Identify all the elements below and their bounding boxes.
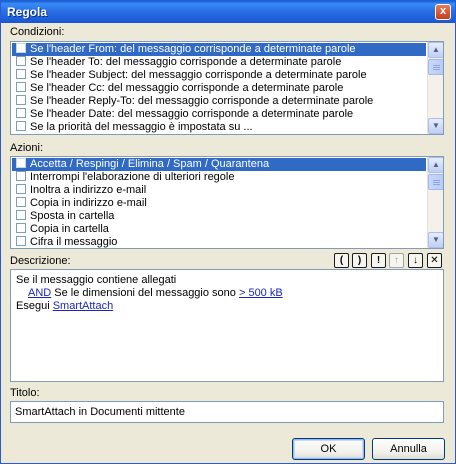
description-label: Descrizione: [10, 255, 71, 267]
conditions-scrollbar[interactable]: ▲ ▼ [427, 42, 443, 134]
list-item-label: Copia in indirizzo e-mail [30, 197, 147, 209]
list-item[interactable]: Copia in indirizzo e-mail [12, 197, 426, 210]
checkbox[interactable] [16, 210, 26, 220]
list-item-label: Se l'header From: del messaggio corrispo… [30, 43, 356, 55]
list-item-label: Se l'header Subject: del messaggio corri… [30, 69, 367, 81]
list-item-label: Se l'header Cc: del messaggio corrispond… [30, 82, 344, 94]
checkbox[interactable] [16, 121, 26, 131]
delete-icon[interactable]: ✕ [427, 253, 442, 268]
list-item-label: Se l'header To: del messaggio corrispond… [30, 56, 342, 68]
close-paren-button[interactable]: ) [352, 253, 367, 268]
list-item[interactable]: Se l'header Date: del messaggio corrispo… [12, 108, 426, 121]
checkbox[interactable] [16, 82, 26, 92]
scroll-thumb[interactable] [428, 59, 443, 75]
actions-rows: Accetta / Respingi / Elimina / Spam / Qu… [12, 158, 426, 248]
cancel-button[interactable]: Annulla [372, 438, 445, 460]
actions-scrollbar[interactable]: ▲ ▼ [427, 157, 443, 248]
window-title: Regola [7, 5, 48, 19]
scroll-down-icon[interactable]: ▼ [428, 232, 443, 248]
checkbox[interactable] [16, 108, 26, 118]
rule-dialog: Regola x Condizioni: Se l'header From: d… [0, 0, 456, 464]
list-item[interactable]: Inoltra a indirizzo e-mail [12, 184, 426, 197]
and-operator-link[interactable]: AND [28, 287, 51, 299]
checkbox[interactable] [16, 95, 26, 105]
conditions-list[interactable]: Se l'header From: del messaggio corrispo… [10, 41, 444, 135]
list-item-label: Se la priorità del messaggio è impostata… [30, 121, 253, 133]
checkbox[interactable] [16, 197, 26, 207]
list-item-label: Se l'header Date: del messaggio corrispo… [30, 108, 354, 120]
close-button[interactable]: x [435, 4, 451, 20]
scroll-up-icon[interactable]: ▲ [428, 42, 443, 58]
open-paren-button[interactable]: ( [334, 253, 349, 268]
description-toolbar: ( ) ! ↑ ↓ ✕ [334, 253, 443, 268]
title-label: Titolo: [10, 387, 40, 399]
title-bar[interactable]: Regola x [1, 1, 455, 23]
list-item-label: Copia in cartella [30, 223, 109, 235]
move-down-icon[interactable]: ↓ [408, 253, 423, 268]
checkbox[interactable] [16, 43, 26, 53]
scroll-up-icon[interactable]: ▲ [428, 157, 443, 173]
list-item[interactable]: Copia in cartella [12, 223, 426, 236]
actions-label: Azioni: [10, 142, 44, 154]
checkbox[interactable] [16, 223, 26, 233]
checkbox[interactable] [16, 184, 26, 194]
list-item[interactable]: Accetta / Respingi / Elimina / Spam / Qu… [12, 158, 426, 171]
checkbox[interactable] [16, 171, 26, 181]
checkbox[interactable] [16, 158, 26, 168]
list-item[interactable]: Se la priorità del messaggio è impostata… [12, 121, 426, 134]
list-item[interactable]: Se l'header From: del messaggio corrispo… [12, 43, 426, 56]
actions-list[interactable]: Accetta / Respingi / Elimina / Spam / Qu… [10, 156, 444, 249]
list-item[interactable]: Se l'header Cc: del messaggio corrispond… [12, 82, 426, 95]
list-item[interactable]: Interrompi l'elaborazione di ulteriori r… [12, 171, 426, 184]
title-input[interactable]: SmartAttach in Documenti mittente [10, 401, 444, 423]
list-item[interactable]: Sposta in cartella [12, 210, 426, 223]
list-item-label: Cifra il messaggio [30, 236, 118, 248]
conditions-label: Condizioni: [10, 26, 65, 38]
scroll-down-icon[interactable]: ▼ [428, 118, 443, 134]
description-line-3: Esegui SmartAttach [16, 300, 113, 312]
checkbox[interactable] [16, 56, 26, 66]
list-item[interactable]: Se l'header To: del messaggio corrispond… [12, 56, 426, 69]
smartattach-link[interactable]: SmartAttach [53, 300, 114, 312]
ok-button[interactable]: OK [292, 438, 365, 460]
list-item-label: Sposta in cartella [30, 210, 115, 222]
not-button[interactable]: ! [371, 253, 386, 268]
description-line-2: AND Se le dimensioni del messaggio sono … [28, 287, 283, 299]
description-box[interactable]: Se il messaggio contiene allegati AND Se… [10, 269, 444, 382]
list-item-label: Inoltra a indirizzo e-mail [30, 184, 147, 196]
list-item[interactable]: Se l'header Subject: del messaggio corri… [12, 69, 426, 82]
conditions-rows: Se l'header From: del messaggio corrispo… [12, 43, 426, 134]
list-item-label: Se l'header Reply-To: del messaggio corr… [30, 95, 374, 107]
execute-text: Esegui [16, 300, 53, 312]
move-up-icon[interactable]: ↑ [389, 253, 404, 268]
list-item[interactable]: Se l'header Reply-To: del messaggio corr… [12, 95, 426, 108]
size-condition-text: Se le dimensioni del messaggio sono [51, 287, 239, 299]
checkbox[interactable] [16, 69, 26, 79]
description-line-1: Se il messaggio contiene allegati [16, 274, 177, 286]
list-item-label: Interrompi l'elaborazione di ulteriori r… [30, 171, 235, 183]
checkbox[interactable] [16, 236, 26, 246]
size-value-link[interactable]: > 500 kB [239, 287, 283, 299]
list-item-label: Accetta / Respingi / Elimina / Spam / Qu… [30, 158, 270, 170]
list-item[interactable]: Cifra il messaggio [12, 236, 426, 248]
scroll-thumb[interactable] [428, 174, 443, 190]
